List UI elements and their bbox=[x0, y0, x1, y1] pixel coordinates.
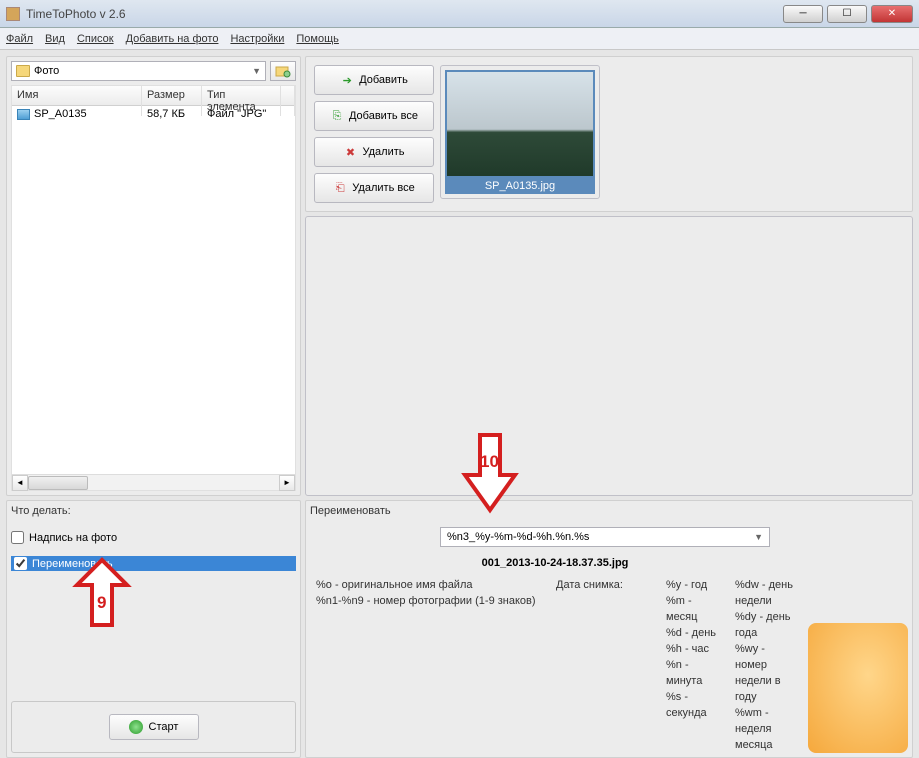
menu-help[interactable]: Помощь bbox=[296, 33, 339, 45]
menu-settings[interactable]: Настройки bbox=[230, 33, 284, 45]
scroll-right-icon[interactable]: ► bbox=[279, 475, 295, 491]
play-icon bbox=[129, 720, 143, 734]
menu-list[interactable]: Список bbox=[77, 33, 114, 45]
folder-open-icon bbox=[275, 64, 291, 78]
delete-all-button[interactable]: ⎗Удалить все bbox=[314, 173, 434, 203]
image-file-icon bbox=[17, 109, 30, 120]
scroll-left-icon[interactable]: ◄ bbox=[12, 475, 28, 491]
add-all-icon: ⎘ bbox=[330, 109, 344, 123]
start-button[interactable]: Старт bbox=[109, 714, 199, 740]
close-button[interactable]: ✕ bbox=[871, 5, 913, 23]
delete-all-icon: ⎗ bbox=[333, 181, 347, 195]
pattern-combo[interactable]: %n3_%y-%m-%d-%h.%n.%s ▼ bbox=[440, 527, 770, 547]
actions-panel: Что делать: Надпись на фото Переименоват… bbox=[6, 500, 301, 758]
menu-add[interactable]: Добавить на фото bbox=[126, 33, 219, 45]
delete-button[interactable]: ✖Удалить bbox=[314, 137, 434, 167]
preview-filename: 001_2013-10-24-18.37.35.jpg bbox=[310, 557, 800, 569]
add-button[interactable]: ➔Добавить bbox=[314, 65, 434, 95]
rename-panel: Переименовать %n3_%y-%m-%d-%h.%n.%s ▼ 00… bbox=[305, 500, 913, 758]
browse-button[interactable] bbox=[270, 61, 296, 81]
annotation-10: 10 bbox=[460, 430, 520, 518]
checkbox-rename[interactable]: Переименовать bbox=[11, 556, 296, 571]
folder-combo[interactable]: Фото ▼ bbox=[11, 61, 266, 81]
product-logo bbox=[808, 623, 908, 753]
rename-title: Переименовать bbox=[310, 505, 800, 517]
actions-title: Что делать: bbox=[11, 505, 296, 517]
chevron-down-icon: ▼ bbox=[252, 66, 261, 76]
arrow-right-icon: ➔ bbox=[340, 73, 354, 87]
checkbox-overlay[interactable]: Надпись на фото bbox=[11, 531, 296, 544]
preview-area bbox=[305, 216, 913, 496]
list-item[interactable]: SP_A0135 58,7 КБ Файл "JPG" bbox=[12, 106, 295, 122]
list-header: Имя Размер Тип элемента bbox=[12, 86, 295, 106]
thumbnail-item[interactable]: SP_A0135.jpg bbox=[440, 65, 600, 199]
menu-view[interactable]: Вид bbox=[45, 33, 65, 45]
thumbnail-caption: SP_A0135.jpg bbox=[445, 178, 595, 194]
folder-name: Фото bbox=[34, 65, 59, 77]
rename-checkbox-input[interactable] bbox=[14, 557, 27, 570]
minimize-button[interactable]: ─ bbox=[783, 5, 823, 23]
menubar: Файл Вид Список Добавить на фото Настрой… bbox=[0, 28, 919, 50]
overlay-checkbox-input[interactable] bbox=[11, 531, 24, 544]
maximize-button[interactable]: ☐ bbox=[827, 5, 867, 23]
folder-icon bbox=[16, 65, 30, 77]
window-title: TimeToPhoto v 2.6 bbox=[26, 7, 783, 21]
scroll-thumb[interactable] bbox=[28, 476, 88, 490]
add-all-button[interactable]: ⎘Добавить все bbox=[314, 101, 434, 131]
annotation-9: 9 bbox=[72, 555, 132, 633]
h-scrollbar[interactable]: ◄ ► bbox=[12, 474, 295, 490]
pattern-value: %n3_%y-%m-%d-%h.%n.%s bbox=[447, 531, 589, 543]
thumbnail-image bbox=[445, 70, 595, 178]
app-icon bbox=[6, 7, 20, 21]
file-browser-panel: Фото ▼ Имя Размер Тип элемента SP_A0135 … bbox=[6, 56, 301, 496]
menu-file[interactable]: Файл bbox=[6, 33, 33, 45]
chevron-down-icon: ▼ bbox=[754, 532, 763, 542]
x-icon: ✖ bbox=[344, 145, 358, 159]
